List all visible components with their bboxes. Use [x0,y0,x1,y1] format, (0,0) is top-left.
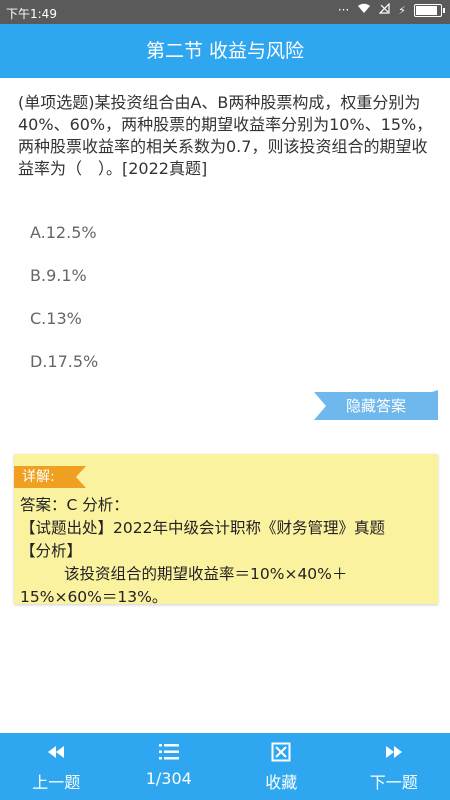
answer-line: 答案：C 分析： [20,496,129,514]
formula-line-1: 该投资组合的期望收益率＝10%×40%＋ [64,565,348,583]
hide-answer-button[interactable]: 隐藏答案 [314,390,438,422]
status-time: 下午1:49 [6,7,57,21]
prev-question-label: 上一题 [32,773,81,792]
option-b[interactable]: B.9.1% [30,261,98,304]
battery-icon [414,3,445,17]
wifi-icon [357,3,371,17]
list-icon [113,741,226,763]
analysis-label: 【分析】 [20,542,83,560]
status-bar: 下午1:49 ··· ⚡ [0,0,450,24]
explanation-tag-label: 详解: [22,469,55,485]
status-icons: ··· ⚡ [337,2,445,17]
bottom-nav: 上一题 1/304 收藏 下一题 [0,733,450,800]
bookmark-box-icon [225,741,338,763]
favorite-label: 收藏 [265,773,298,792]
formula-line-2: 15%×60%＝13%。 [20,588,168,606]
fast-forward-icon [338,741,450,763]
explanation-panel: 详解: 答案：C 分析： 【试题出处】2022年中级会计职称《财务管理》真题 【… [14,454,438,606]
page-counter: 1/304 [145,769,192,788]
question-list-button[interactable]: 1/304 [113,733,226,800]
favorite-button[interactable]: 收藏 [225,733,338,800]
explanation-tag: 详解: [14,466,86,488]
hide-answer-label: 隐藏答案 [345,397,406,415]
signal-off-icon [378,2,390,17]
next-question-button[interactable]: 下一题 [338,733,450,800]
prev-question-button[interactable]: 上一题 [0,733,113,800]
next-question-label: 下一题 [369,773,418,792]
option-d[interactable]: D.17.5% [30,347,98,390]
title-bar: 第二节 收益与风险 [0,24,450,78]
charging-icon: ⚡ [398,3,406,17]
question-text: (单项选题)某投资组合由A、B两种股票构成，权重分别为40%、60%，两种股票的… [18,93,433,178]
page-title: 第二节 收益与风险 [145,40,305,62]
option-c[interactable]: C.13% [30,304,98,347]
option-a[interactable]: A.12.5% [30,218,98,261]
more-dots-icon: ··· [337,3,350,17]
options-list: A.12.5% B.9.1% C.13% D.17.5% [30,218,98,390]
rewind-icon [0,741,113,763]
source-line: 【试题出处】2022年中级会计职称《财务管理》真题 [20,519,385,537]
explanation-text: 答案：C 分析： 【试题出处】2022年中级会计职称《财务管理》真题 【分析】 … [20,494,435,609]
